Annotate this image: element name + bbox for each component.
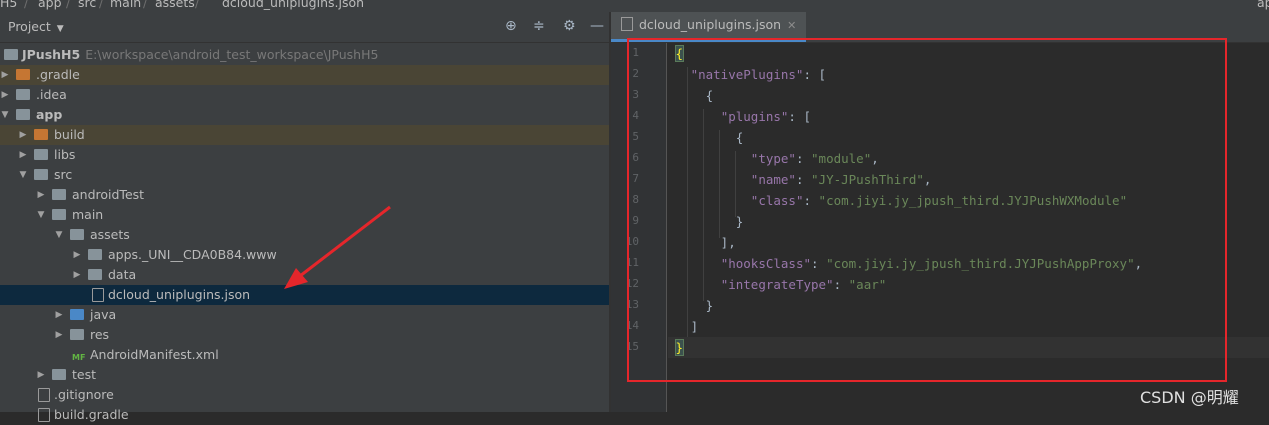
- arrow-shaft: [299, 205, 391, 278]
- annotation-arrow: [284, 205, 391, 289]
- watermark-text: CSDN @明耀: [1140, 388, 1239, 407]
